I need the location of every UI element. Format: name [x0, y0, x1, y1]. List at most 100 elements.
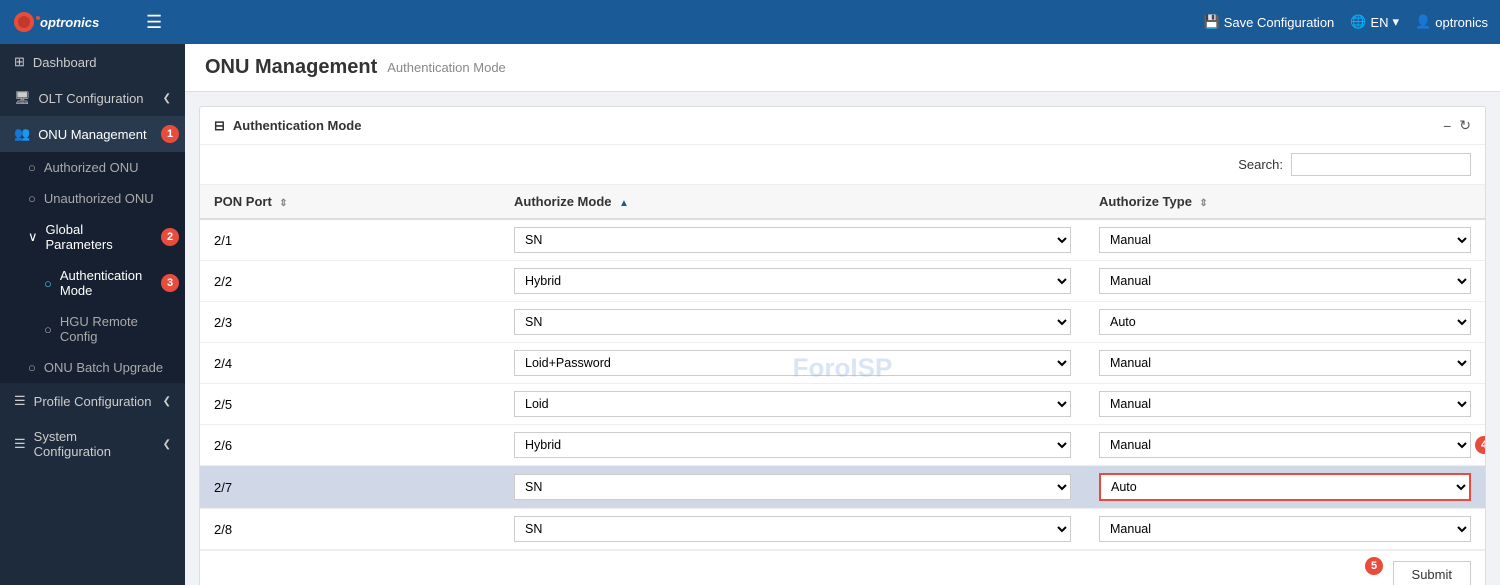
sidebar-item-unauthorized-onu[interactable]: ○ Unauthorized ONU — [0, 183, 185, 214]
authorize-mode-cell[interactable]: SNHybridLoid+PasswordLoidPasswordSN+Pass… — [500, 509, 1085, 550]
sidebar-item-onu-management[interactable]: 👥 ONU Management ❮ 1 — [0, 116, 185, 152]
authorize-mode-select[interactable]: SNHybridLoid+PasswordLoidPasswordSN+Pass… — [514, 268, 1071, 294]
authorize-mode-col-label: Authorize Mode — [514, 194, 612, 209]
authorize-mode-select[interactable]: SNHybridLoid+PasswordLoidPasswordSN+Pass… — [514, 350, 1071, 376]
authorize-type-cell[interactable]: ManualAuto — [1085, 384, 1485, 425]
authorize-type-select[interactable]: ManualAuto — [1099, 268, 1471, 294]
language-selector[interactable]: 🌐 EN ▾ — [1350, 14, 1399, 30]
table-row: 2/2 SNHybridLoid+PasswordLoidPasswordSN+P… — [200, 261, 1485, 302]
table-row: 2/7SNHybridLoid+PasswordLoidPasswordSN+P… — [200, 466, 1485, 509]
authorize-type-sort-icon: ⇕ — [1199, 198, 1207, 209]
circle-icon-unauth: ○ — [28, 191, 36, 206]
table-wrapper: ForoISP PON Port ⇕ Authorize Mode ▲ — [200, 185, 1485, 550]
save-configuration-button[interactable]: 💾 Save Configuration — [1204, 14, 1335, 30]
minimize-icon[interactable]: − — [1443, 118, 1451, 134]
pon-port-cell: 2/5 — [200, 384, 500, 425]
th-pon-port[interactable]: PON Port ⇕ — [200, 185, 500, 219]
authorize-type-cell[interactable]: ManualAuto — [1085, 343, 1485, 384]
authorize-type-select[interactable]: ManualAuto — [1099, 350, 1471, 376]
main-card: ⊟ Authentication Mode − ↻ Search: ForoIS… — [199, 106, 1486, 585]
authorize-mode-select[interactable]: SNHybridLoid+PasswordLoidPasswordSN+Pass… — [514, 309, 1071, 335]
olt-config-icon: 🖥 — [14, 90, 31, 106]
authorize-type-cell[interactable]: ManualAuto — [1085, 219, 1485, 261]
authorize-mode-select[interactable]: SNHybridLoid+PasswordLoidPasswordSN+Pass… — [514, 391, 1071, 417]
refresh-icon[interactable]: ↻ — [1459, 117, 1471, 134]
card-title-text: Authentication Mode — [233, 118, 362, 133]
authorize-mode-cell[interactable]: SNHybridLoid+PasswordLoidPasswordSN+Pass… — [500, 343, 1085, 384]
save-config-label: Save Configuration — [1224, 15, 1335, 30]
search-bar: Search: — [200, 145, 1485, 185]
user-icon: 👤 — [1415, 14, 1431, 30]
sidebar-item-authorized-onu[interactable]: ○ Authorized ONU — [0, 152, 185, 183]
topnav-left: optronics ☰ — [12, 8, 162, 36]
content-area: ONU Management Authentication Mode ⊟ Aut… — [185, 44, 1500, 585]
table-icon: ⊟ — [214, 118, 225, 134]
authorize-type-select[interactable]: ManualAuto — [1099, 432, 1471, 458]
authorize-mode-cell[interactable]: SNHybridLoid+PasswordLoidPasswordSN+Pass… — [500, 261, 1085, 302]
authorize-type-select[interactable]: ManualAuto — [1099, 391, 1471, 417]
user-menu[interactable]: 👤 optronics — [1415, 14, 1488, 30]
submit-button[interactable]: Submit — [1393, 561, 1471, 585]
authorize-mode-cell[interactable]: SNHybridLoid+PasswordLoidPasswordSN+Pass… — [500, 219, 1085, 261]
system-config-icon: ☰ — [14, 436, 26, 452]
sidebar-item-hgu-remote-config[interactable]: ○ HGU Remote Config — [0, 306, 185, 352]
pon-port-cell: 2/8 — [200, 509, 500, 550]
sidebar-item-profile-label: Profile Configuration — [34, 394, 152, 409]
table-row: 2/6 SNHybridLoid+PasswordLoidPasswordSN+P… — [200, 425, 1485, 466]
hamburger-icon[interactable]: ☰ — [146, 12, 162, 33]
authorize-type-select[interactable]: ManualAuto — [1099, 473, 1471, 501]
authorize-mode-cell[interactable]: SNHybridLoid+PasswordLoidPasswordSN+Pass… — [500, 384, 1085, 425]
pon-port-cell: 2/2 — [200, 261, 500, 302]
profile-config-arrow-icon: ❮ — [163, 396, 171, 407]
profile-icon: ☰ — [14, 393, 26, 409]
authorize-type-cell[interactable]: ManualAuto4 — [1085, 425, 1485, 466]
table-row: 2/5 SNHybridLoid+PasswordLoidPasswordSN+P… — [200, 384, 1485, 425]
authorized-onu-label: Authorized ONU — [44, 160, 139, 175]
logo: optronics — [12, 8, 132, 36]
global-params-label: Global Parameters — [46, 222, 151, 252]
authorize-type-select[interactable]: ManualAuto — [1099, 309, 1471, 335]
authorize-mode-select[interactable]: SNHybridLoid+PasswordLoidPasswordSN+Pass… — [514, 474, 1071, 500]
authorize-mode-cell[interactable]: SNHybridLoid+PasswordLoidPasswordSN+Pass… — [500, 302, 1085, 343]
th-authorize-type[interactable]: Authorize Type ⇕ — [1085, 185, 1485, 219]
pon-port-cell: 2/6 — [200, 425, 500, 466]
authorize-type-select[interactable]: ManualAuto — [1099, 516, 1471, 542]
circle-icon-hgu: ○ — [44, 322, 52, 337]
username-label: optronics — [1435, 15, 1488, 30]
authorize-type-cell[interactable]: ManualAuto — [1085, 466, 1485, 509]
pon-port-cell: 2/4 — [200, 343, 500, 384]
page-title: ONU Management — [205, 56, 377, 79]
sidebar-item-system-configuration[interactable]: ☰ System Configuration ❮ — [0, 419, 185, 469]
sidebar-item-onu-label: ONU Management — [38, 127, 146, 142]
dashboard-icon: ⊞ — [14, 54, 25, 70]
sidebar-item-dashboard[interactable]: ⊞ Dashboard — [0, 44, 185, 80]
olt-config-arrow-icon: ❮ — [163, 93, 171, 104]
save-icon: 💾 — [1204, 14, 1220, 30]
authorize-type-select[interactable]: ManualAuto — [1099, 227, 1471, 253]
authorize-mode-select[interactable]: SNHybridLoid+PasswordLoidPasswordSN+Pass… — [514, 432, 1071, 458]
authorize-mode-cell[interactable]: SNHybridLoid+PasswordLoidPasswordSN+Pass… — [500, 425, 1085, 466]
auth-mode-badge: 3 — [161, 274, 179, 292]
authorize-type-cell[interactable]: ManualAuto — [1085, 261, 1485, 302]
table-header: PON Port ⇕ Authorize Mode ▲ Authorize Ty… — [200, 185, 1485, 219]
sidebar-item-global-params[interactable]: ∨ Global Parameters 2 — [0, 214, 185, 260]
authorize-mode-cell[interactable]: SNHybridLoid+PasswordLoidPasswordSN+Pass… — [500, 466, 1085, 509]
card-title: ⊟ Authentication Mode — [214, 118, 361, 134]
authorize-mode-sort-icon: ▲ — [619, 198, 629, 209]
sidebar-item-onu-batch-upgrade[interactable]: ○ ONU Batch Upgrade — [0, 352, 185, 383]
sidebar-item-authentication-mode[interactable]: ○ Authentication Mode 3 — [0, 260, 185, 306]
table-row: 2/1SNHybridLoid+PasswordLoidPasswordSN+P… — [200, 219, 1485, 261]
table-body: 2/1SNHybridLoid+PasswordLoidPasswordSN+P… — [200, 219, 1485, 550]
sidebar-item-olt-config[interactable]: 🖥 OLT Configuration ❮ — [0, 80, 185, 116]
authorize-type-cell[interactable]: ManualAuto — [1085, 509, 1485, 550]
search-input[interactable] — [1291, 153, 1471, 176]
sidebar-item-profile-configuration[interactable]: ☰ Profile Configuration ❮ — [0, 383, 185, 419]
authorize-type-cell[interactable]: ManualAuto — [1085, 302, 1485, 343]
row-badge-4: 4 — [1475, 436, 1485, 454]
search-label: Search: — [1238, 157, 1283, 172]
authorize-mode-select[interactable]: SNHybridLoid+PasswordLoidPasswordSN+Pass… — [514, 516, 1071, 542]
topnav: optronics ☰ 💾 Save Configuration 🌐 EN ▾ … — [0, 0, 1500, 44]
sidebar-onu-sub: ○ Authorized ONU ○ Unauthorized ONU ∨ Gl… — [0, 152, 185, 383]
th-authorize-mode[interactable]: Authorize Mode ▲ — [500, 185, 1085, 219]
authorize-mode-select[interactable]: SNHybridLoid+PasswordLoidPasswordSN+Pass… — [514, 227, 1071, 253]
